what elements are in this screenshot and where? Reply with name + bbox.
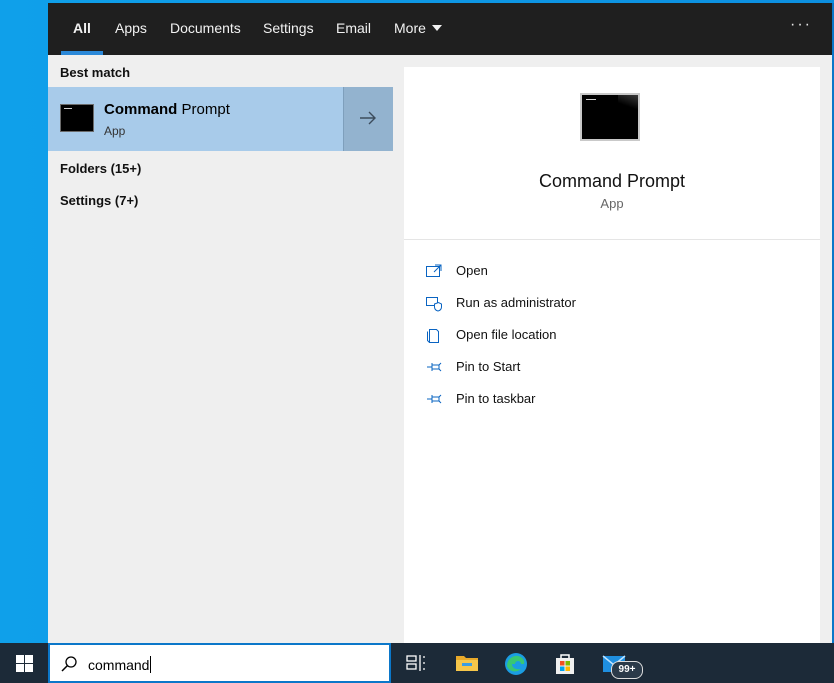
tab-all[interactable]: All	[61, 3, 103, 55]
action-run-as-administrator-label: Run as administrator	[456, 295, 576, 310]
tab-documents[interactable]: Documents	[170, 3, 241, 55]
action-open-file-location[interactable]: Open file location	[426, 324, 726, 348]
expand-details-button[interactable]	[343, 87, 393, 151]
tab-settings[interactable]: Settings	[263, 3, 314, 55]
file-location-icon	[427, 329, 439, 343]
folders-group[interactable]: Folders (15+)	[60, 161, 141, 176]
best-match-title-rest: Prompt	[177, 101, 230, 118]
search-window: All Apps Documents Settings Email More ·…	[48, 3, 834, 643]
detail-panel: Command Prompt App Open Run as administr…	[404, 67, 820, 643]
tab-apps[interactable]: Apps	[115, 3, 147, 55]
detail-title: Command Prompt	[538, 171, 686, 191]
action-pin-to-start[interactable]: Pin to Start	[426, 356, 726, 380]
best-match-result[interactable]: Command Prompt App	[48, 87, 392, 151]
file-explorer-button[interactable]	[442, 643, 490, 683]
chevron-down-icon[interactable]	[432, 25, 442, 31]
task-view-icon	[406, 655, 425, 671]
arrow-right-icon	[360, 111, 376, 125]
action-pin-to-taskbar[interactable]: Pin to taskbar	[426, 388, 726, 412]
text-cursor	[150, 656, 152, 673]
task-view-button[interactable]	[392, 643, 440, 683]
edge-browser-icon	[505, 653, 527, 675]
search-icon	[61, 656, 77, 672]
store-icon	[556, 654, 574, 674]
best-match-title-bold: Command	[104, 101, 178, 118]
folder-icon	[456, 656, 478, 671]
best-match-heading: Best match	[60, 65, 131, 80]
command-prompt-icon	[60, 104, 94, 132]
settings-group[interactable]: Settings (7+)	[60, 193, 138, 208]
search-input-text: command	[88, 657, 150, 673]
windows-logo-icon	[16, 655, 33, 672]
action-run-as-administrator[interactable]: Run as administrator	[426, 292, 726, 316]
pin-icon	[427, 362, 442, 372]
pin-icon	[427, 394, 442, 404]
best-match-title: Command Prompt	[104, 101, 230, 118]
search-tab-bar: All Apps Documents Settings Email More ·…	[48, 3, 832, 55]
detail-divider	[404, 239, 820, 240]
detail-subtitle: App	[600, 196, 624, 211]
mail-button[interactable]: 99+	[589, 643, 643, 683]
action-pin-to-taskbar-label: Pin to taskbar	[456, 391, 536, 406]
microsoft-store-button[interactable]	[540, 643, 588, 683]
action-open-label: Open	[456, 263, 488, 278]
mail-unread-badge: 99+	[611, 661, 643, 679]
tab-email[interactable]: Email	[336, 3, 371, 55]
action-pin-to-start-label: Pin to Start	[456, 359, 521, 374]
best-match-subtitle: App	[104, 124, 126, 138]
start-button[interactable]	[0, 643, 48, 683]
action-open[interactable]: Open	[426, 260, 726, 284]
open-icon	[426, 264, 442, 277]
run-as-admin-icon	[426, 297, 442, 312]
action-open-file-location-label: Open file location	[456, 327, 557, 342]
taskbar-search-box[interactable]: command	[48, 643, 391, 683]
edge-browser-button[interactable]	[491, 643, 539, 683]
command-prompt-large-icon	[580, 93, 640, 141]
tab-more[interactable]: More	[394, 3, 426, 55]
more-options-icon[interactable]: ···	[790, 16, 812, 34]
search-input[interactable]: command	[88, 656, 152, 673]
taskbar: command 99+	[0, 643, 834, 683]
